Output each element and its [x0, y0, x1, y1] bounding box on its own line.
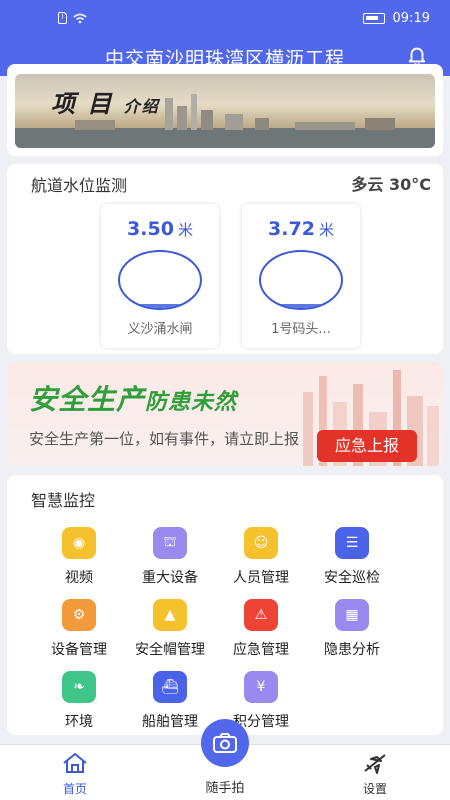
- gauge-fill: [120, 303, 200, 308]
- gauge-value: 3.50: [127, 218, 174, 240]
- monitor-item[interactable]: ▦ 隐患分析: [302, 599, 402, 659]
- safety-slogan-rest: 防患未然: [145, 390, 238, 415]
- safety-slogan: 安全生产防患未然: [29, 378, 237, 418]
- bottom-tab-bar: 首页 随手拍 设置: [0, 719, 450, 800]
- safety-banner: 安全生产防患未然 安全生产第一位，如有事件，请立即上报 应急上报: [7, 362, 443, 466]
- tab-settings-label: 设置: [362, 782, 387, 796]
- monitor-item-label: 设备管理: [51, 642, 107, 658]
- emergency-report-button[interactable]: 应急上报: [317, 430, 417, 462]
- monitor-item[interactable]: ⛴ 船舶管理: [120, 671, 220, 731]
- project-intro-card[interactable]: 项 目 介绍: [7, 64, 443, 156]
- project-intro-title: 项 目 介绍: [51, 84, 160, 119]
- camera-label: 随手拍: [205, 781, 245, 796]
- monitor-item-label: 重大设备: [142, 570, 198, 586]
- points-icon: ¥: [244, 671, 278, 703]
- gauge-unit: 米: [177, 221, 193, 239]
- smart-monitor-title: 智慧监控: [31, 491, 96, 510]
- project-title-main: 项 目: [51, 90, 114, 118]
- camera-button[interactable]: [201, 719, 249, 767]
- project-image: 项 目 介绍: [15, 74, 435, 148]
- monitor-item[interactable]: ⛫ 重大设备: [120, 527, 220, 587]
- status-bar: ! 09:19: [0, 10, 450, 32]
- tab-home-label: 首页: [62, 782, 87, 796]
- monitor-item-label: 隐患分析: [324, 642, 380, 658]
- monitor-item-label: 应急管理: [233, 642, 289, 658]
- alarm-icon: ⚠: [244, 599, 278, 631]
- monitor-item-label: 视频: [65, 570, 93, 586]
- gauge-station-name: 1号码头...: [271, 322, 331, 337]
- video-icon: ◉: [62, 527, 96, 559]
- tab-home[interactable]: 首页: [35, 751, 115, 797]
- helmet-icon: ▲: [153, 599, 187, 631]
- water-gauge-2[interactable]: 3.72 米 1号码头...: [242, 204, 360, 348]
- weather-label: 多云 30°C: [351, 175, 431, 194]
- sim-icon: !: [58, 12, 67, 24]
- ship-icon: ⛴: [153, 671, 187, 703]
- battery-icon: [362, 13, 385, 24]
- monitor-item-label: 安全帽管理: [135, 642, 205, 658]
- gauge-station-name: 义沙涌水闸: [127, 322, 193, 337]
- inspection-icon: ☰: [335, 527, 369, 559]
- gauge-unit: 米: [318, 221, 334, 239]
- bell-icon[interactable]: [406, 44, 428, 66]
- safety-tip: 安全生产第一位，如有事件，请立即上报: [29, 430, 300, 448]
- wifi-icon: [73, 13, 87, 23]
- monitor-item[interactable]: ▲ 安全帽管理: [120, 599, 220, 659]
- monitor-item[interactable]: ◉ 视频: [29, 527, 129, 587]
- tab-settings[interactable]: 设置: [335, 751, 415, 797]
- project-title-sub: 介绍: [123, 97, 160, 116]
- plane-icon: [364, 754, 386, 774]
- safety-slogan-main: 安全生产: [29, 383, 146, 416]
- water-gauge-1[interactable]: 3.50 米 义沙涌水闸: [101, 204, 219, 348]
- monitor-item[interactable]: ⚙ 设备管理: [29, 599, 129, 659]
- camera-icon: [213, 733, 237, 753]
- gauge-circle: [118, 250, 202, 310]
- leaf-icon: ❧: [62, 671, 96, 703]
- gauge-value: 3.72: [268, 218, 315, 240]
- monitor-item[interactable]: ⚠ 应急管理: [211, 599, 311, 659]
- monitor-item[interactable]: ☺ 人员管理: [211, 527, 311, 587]
- smart-monitor-card: 智慧监控 ◉ 视频 ⛫ 重大设备 ☺ 人员管理 ☰ 安全巡检 ⚙ 设备管理 ▲ 安全帽管理 ⚠ 应急管理 ▦…: [7, 475, 443, 735]
- monitor-item-label: 人员管理: [233, 570, 289, 586]
- monitor-item-label: 安全巡检: [324, 570, 380, 586]
- gauge-fill: [261, 303, 341, 308]
- monitor-item[interactable]: ☰ 安全巡检: [302, 527, 402, 587]
- gauge-circle: [259, 250, 343, 310]
- monitor-item-label: 环境: [65, 714, 93, 730]
- person-card-icon: ☺: [244, 527, 278, 559]
- home-icon: [63, 752, 87, 773]
- analysis-icon: ▦: [335, 599, 369, 631]
- equipment-icon: ⚙: [62, 599, 96, 631]
- water-level-title: 航道水位监测: [31, 176, 128, 195]
- monitor-item[interactable]: ❧ 环境: [29, 671, 129, 731]
- crane-icon: ⛫: [153, 527, 187, 559]
- water-level-card: 航道水位监测 多云 30°C 3.50 米 义沙涌水闸 3.72 米 1号码头...: [7, 164, 443, 354]
- status-time: 09:19: [392, 11, 430, 26]
